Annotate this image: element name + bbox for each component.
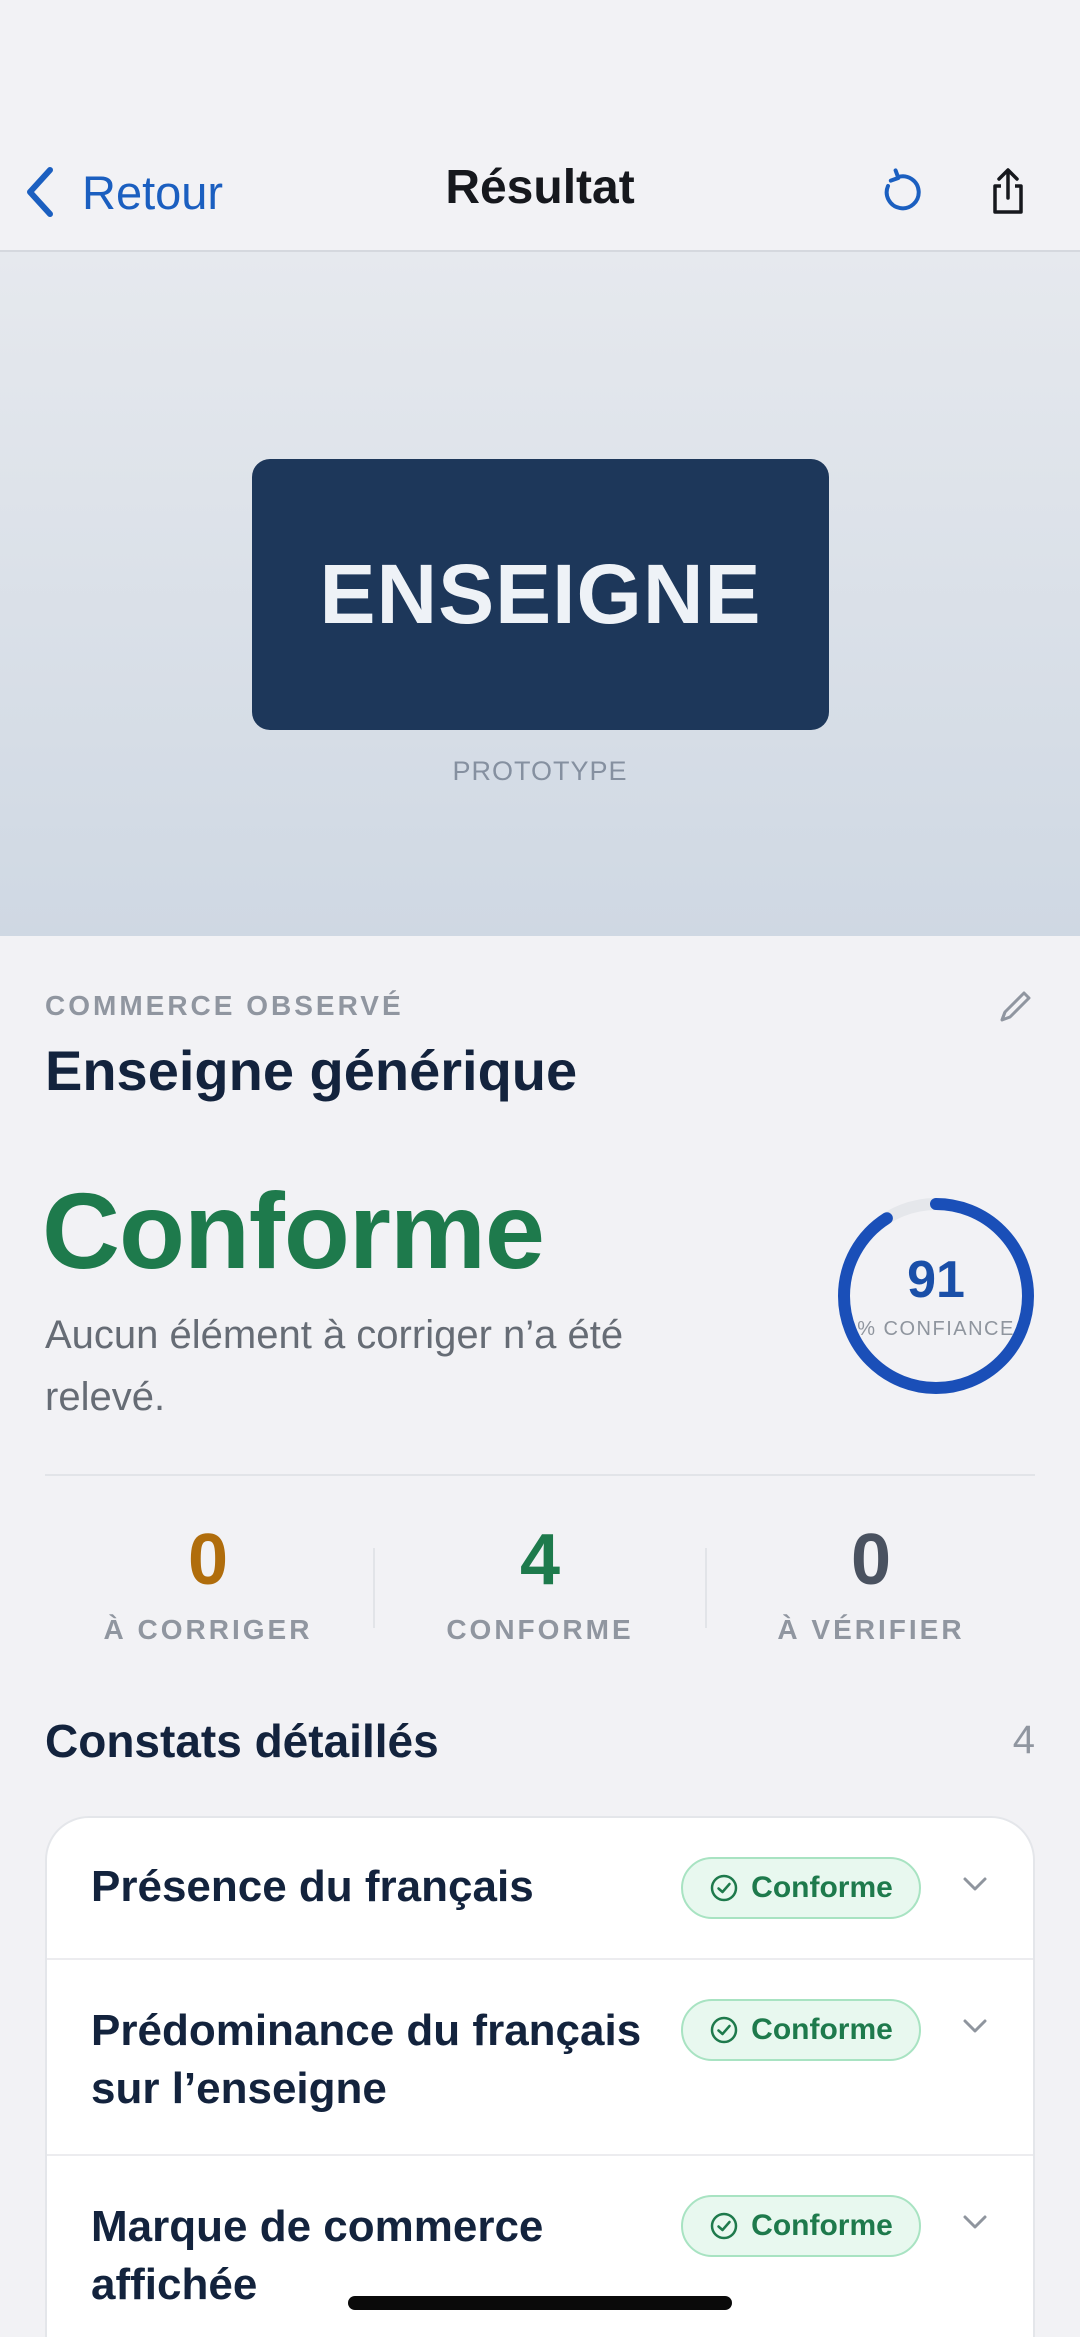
share-icon [993, 168, 1023, 214]
commerce-eyebrow: COMMERCE OBSERVÉ [45, 990, 404, 1021]
back-button[interactable]: Retour [22, 164, 223, 220]
stat-compliant-value: 4 [519, 1520, 561, 1600]
stat-to-verify-label: À VÉRIFIER [777, 1614, 965, 1645]
finding-title: Présence du français [91, 1862, 534, 1911]
status-badge-label: Conforme [751, 1871, 893, 1904]
stat-to-fix: 0 À CORRIGER [43, 1518, 373, 1646]
details-count: 4 [1012, 1718, 1035, 1762]
findings-list: Présence du français Conforme Prédominan… [45, 1816, 1035, 2337]
chevron-down-icon[interactable] [955, 2202, 995, 2242]
check-circle-icon [710, 1874, 738, 1902]
stat-to-fix-value: 0 [187, 1520, 229, 1600]
chevron-left-icon [27, 167, 53, 217]
details-title: Constats détaillés [45, 1715, 439, 1767]
finding-title: Prédominance du français sur l’enseigne [91, 2006, 642, 2113]
stat-to-fix-label: À CORRIGER [103, 1614, 313, 1645]
chevron-down-icon[interactable] [955, 2006, 995, 2046]
confidence-label: % CONFIANCE [857, 1318, 1015, 1340]
status-badge-label: Conforme [751, 2209, 893, 2242]
status-badge: Conforme [681, 1999, 921, 2061]
confidence-gauge: 91 % CONFIANCE [834, 1194, 1038, 1398]
commerce-name: Enseigne générique [45, 1039, 578, 1102]
pencil-icon[interactable] [996, 986, 1036, 1026]
refresh-button[interactable] [872, 162, 932, 222]
verdict-description: Aucun élément à corriger n’a été relevé. [45, 1313, 624, 1419]
status-badge: Conforme [681, 1857, 921, 1919]
sign-preview: ENSEIGNE [252, 459, 829, 730]
confidence-value: 91 [907, 1251, 965, 1309]
navigation-bar: Retour Résultat [0, 0, 1080, 252]
back-label: Retour [82, 165, 224, 219]
check-circle-icon [710, 2016, 738, 2044]
chevron-down-icon[interactable] [955, 1864, 995, 1904]
check-circle-icon [710, 2212, 738, 2240]
finding-row[interactable]: Présence du français Conforme [47, 1818, 1033, 1960]
status-badge: Conforme [681, 2195, 921, 2257]
sign-photo: ENSEIGNE PROTOTYPE [0, 252, 1080, 936]
finding-row[interactable]: Prédominance du français sur l’enseigne … [47, 1960, 1033, 2156]
divider [45, 1474, 1035, 1476]
photo-caption: PROTOTYPE [452, 756, 628, 786]
status-badge-label: Conforme [751, 2013, 893, 2046]
stat-to-verify: 0 À VÉRIFIER [706, 1518, 1036, 1646]
share-button[interactable] [978, 162, 1038, 222]
stat-compliant-label: CONFORME [446, 1614, 634, 1645]
stat-compliant: 4 CONFORME [375, 1518, 705, 1646]
verdict-status: Conforme [42, 1170, 545, 1291]
refresh-icon [884, 168, 921, 211]
result-screen: Retour Résultat ENSEIGNE PROTOTYPE COMME… [0, 0, 1080, 2337]
home-indicator [348, 2296, 732, 2310]
stat-to-verify-value: 0 [850, 1520, 892, 1600]
